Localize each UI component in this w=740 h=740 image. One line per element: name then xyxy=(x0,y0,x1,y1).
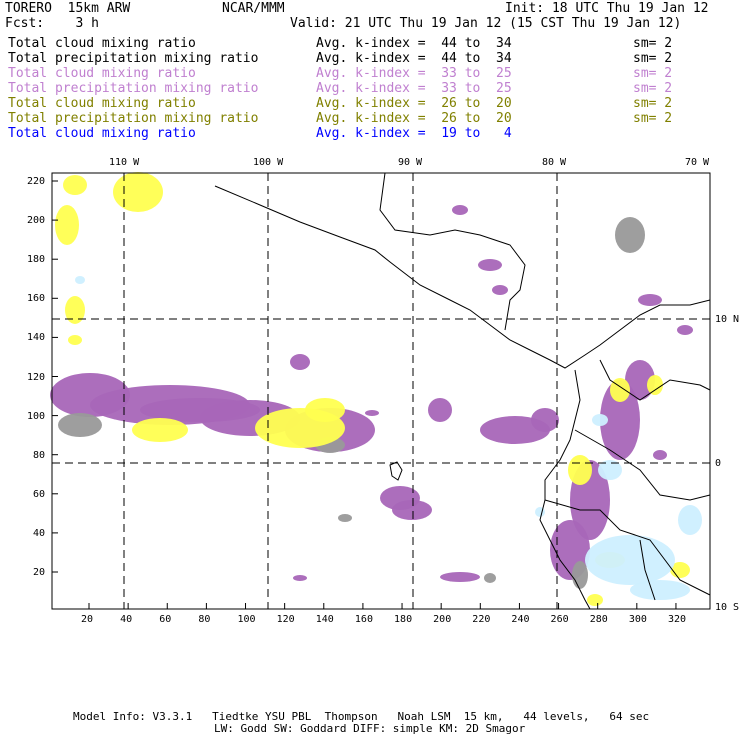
map-plot xyxy=(50,172,711,610)
gray-precip-area xyxy=(615,217,645,253)
x-tick-label: 260 xyxy=(550,614,569,625)
gray-precip-area xyxy=(338,514,352,522)
purple-precip-area xyxy=(290,354,310,370)
longitude-label: 100 W xyxy=(253,157,284,168)
yellow-precip-area xyxy=(68,335,82,345)
yellow-precip-area xyxy=(113,172,163,212)
x-tick-label: 280 xyxy=(589,614,608,625)
y-tick-label: 80 xyxy=(33,449,46,461)
lightblue-precip-area xyxy=(585,535,675,585)
x-tick-label: 300 xyxy=(628,614,647,625)
y-tick-label: 100 xyxy=(27,410,46,422)
y-tick-label: 140 xyxy=(27,332,46,344)
purple-precip-area xyxy=(392,500,432,520)
x-tick-label: 180 xyxy=(394,614,413,625)
yellow-precip-area xyxy=(305,398,345,422)
y-tick-label: 160 xyxy=(27,293,46,305)
x-tick-label: 40 xyxy=(120,614,133,625)
gray-precip-area xyxy=(572,561,588,589)
purple-precip-area xyxy=(492,285,508,295)
purple-precip-area xyxy=(653,450,667,460)
x-tick-label: 320 xyxy=(667,614,686,625)
y-tick-label: 60 xyxy=(33,488,46,500)
purple-precip-area xyxy=(677,325,693,335)
y-tick-label: 180 xyxy=(27,254,46,266)
x-tick-label: 80 xyxy=(198,614,211,625)
longitude-label: 70 W xyxy=(685,157,710,168)
yellow-precip-area xyxy=(587,594,603,606)
lightblue-precip-area xyxy=(75,276,85,284)
y-tick-label: 220 xyxy=(27,176,46,187)
x-tick-label: 100 xyxy=(237,614,256,625)
purple-precip-area xyxy=(531,408,559,432)
purple-precip-area xyxy=(293,575,307,581)
latitude-label: 10 N xyxy=(715,314,740,325)
gray-precip-area xyxy=(484,573,496,583)
yellow-precip-area xyxy=(65,296,85,324)
longitude-label: 90 W xyxy=(398,157,423,168)
yellow-precip-area xyxy=(132,418,188,442)
x-tick-label: 20 xyxy=(81,614,94,625)
x-tick-label: 220 xyxy=(472,614,491,625)
yellow-precip-area xyxy=(647,375,663,395)
lightblue-precip-area xyxy=(535,507,545,517)
purple-precip-area xyxy=(478,259,502,271)
lightblue-precip-area xyxy=(592,414,608,426)
x-tick-label: 120 xyxy=(276,614,295,625)
purple-precip-area xyxy=(452,205,468,215)
y-tick-label: 20 xyxy=(33,567,46,578)
lightblue-precip-area xyxy=(630,580,690,600)
footer-physics: LW: Godd SW: Goddard DIFF: simple KM: 2D… xyxy=(214,722,526,735)
gray-precip-area xyxy=(58,413,102,437)
x-tick-label: 240 xyxy=(511,614,530,625)
y-tick-label: 40 xyxy=(33,527,46,539)
latitude-label: 0 xyxy=(715,458,722,469)
purple-precip-area xyxy=(428,398,452,422)
x-tick-label: 140 xyxy=(315,614,334,625)
x-tick-label: 60 xyxy=(159,614,172,625)
latitude-label: 10 S xyxy=(715,602,740,613)
lightblue-precip-area xyxy=(678,505,702,535)
y-tick-label: 200 xyxy=(27,215,46,227)
yellow-precip-area xyxy=(63,175,87,195)
purple-precip-area xyxy=(365,410,379,416)
x-tick-label: 200 xyxy=(433,614,452,625)
yellow-precip-area xyxy=(55,205,79,245)
longitude-label: 80 W xyxy=(542,157,567,168)
yellow-precip-area xyxy=(568,455,592,485)
x-tick-label: 160 xyxy=(354,614,373,625)
purple-precip-area xyxy=(638,294,662,306)
longitude-label: 110 W xyxy=(109,157,140,168)
purple-precip-area xyxy=(440,572,480,582)
y-tick-label: 120 xyxy=(27,371,46,383)
